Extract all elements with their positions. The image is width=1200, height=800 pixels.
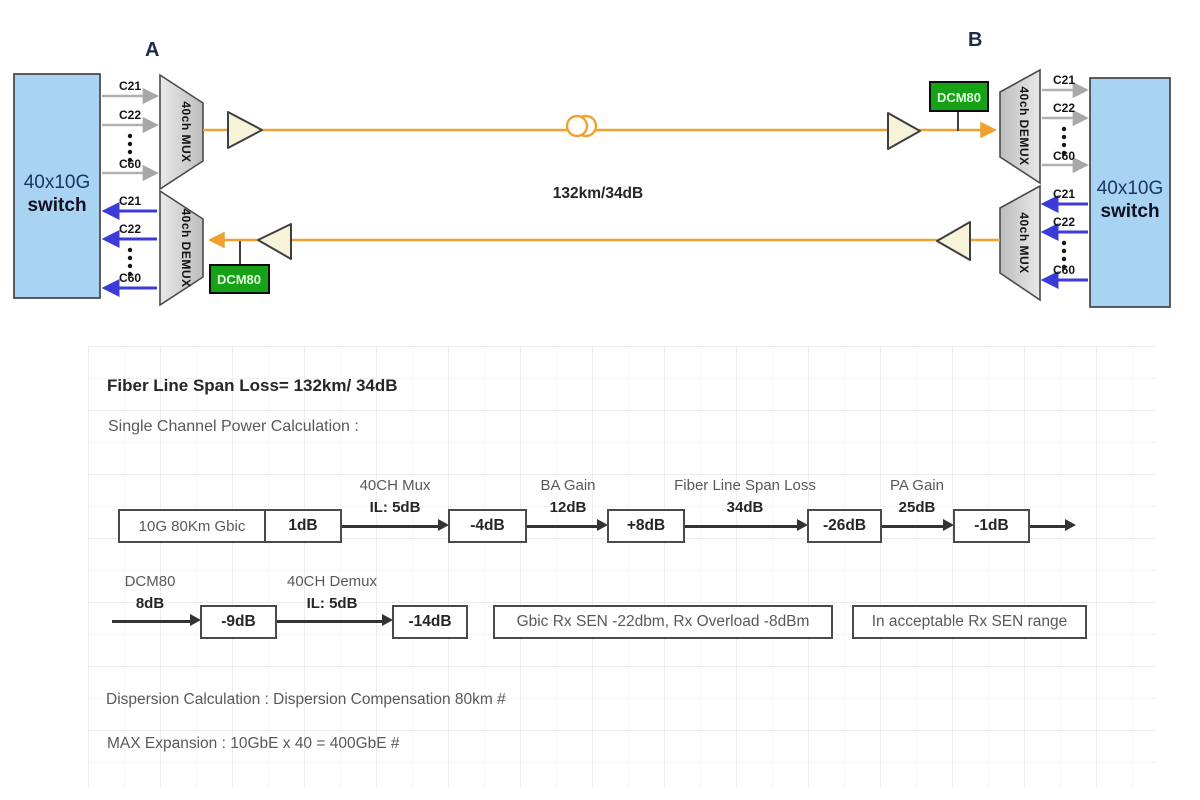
booster-amplifier-a-icon: [228, 112, 262, 148]
step-name: 40CH Demux: [287, 571, 377, 593]
max-expansion-note: MAX Expansion : 10GbE x 40 = 400GbE #: [107, 735, 400, 753]
site-b-label: B: [968, 29, 982, 51]
channel-label: C21: [119, 79, 141, 93]
power-calc-subtitle: Single Channel Power Calculation :: [108, 418, 359, 436]
power-result-box: -9dB: [200, 605, 277, 639]
dcm-b-label: DCM80: [937, 90, 981, 105]
step-name: PA Gain: [890, 475, 944, 497]
power-result-box: -14dB: [392, 605, 468, 639]
channel-label: C21: [119, 194, 141, 208]
mux-a-label: 40ch MUX: [179, 101, 193, 162]
channel-label: C22: [119, 108, 141, 122]
power-result-box: -1dB: [953, 509, 1030, 543]
switch-a-label-line1: 40x10G: [24, 172, 91, 193]
booster-amplifier-b-icon: [937, 222, 970, 260]
step-name: 40CH Mux: [360, 475, 431, 497]
pre-amplifier-b-icon: [888, 113, 920, 149]
dwdm-link-diagram: A B 40x10G switch 40x10G switch 40ch MUX…: [0, 0, 1200, 340]
step-label-pa-gain: PA Gain 25dB: [890, 475, 944, 519]
rx-range-note-box: In acceptable Rx SEN range: [852, 605, 1087, 639]
mux-b-label: 40ch MUX: [1017, 212, 1031, 273]
step-label-dcm80: DCM80 8dB: [125, 571, 176, 615]
channel-label: C22: [119, 222, 141, 236]
fiber-coil-icon: [567, 116, 596, 136]
step-name: DCM80: [125, 571, 176, 593]
switch-b-label-line2: switch: [1100, 201, 1159, 222]
step-value: IL: 5dB: [287, 593, 377, 615]
step-name: BA Gain: [540, 475, 595, 497]
switch-b-label-line1: 40x10G: [1097, 178, 1164, 199]
channel-label: C21: [1053, 187, 1075, 201]
step-label-mux: 40CH Mux IL: 5dB: [360, 475, 431, 519]
step-label-ba-gain: BA Gain 12dB: [540, 475, 595, 519]
spreadsheet-grid-background: [88, 346, 1156, 788]
power-result-box: -4dB: [448, 509, 527, 543]
fiber-span-label: 132km/34dB: [553, 185, 643, 202]
dcm-a-label: DCM80: [217, 272, 261, 287]
source-gbic-box: 10G 80Km Gbic: [118, 509, 266, 543]
demux-b-label: 40ch DEMUX: [1017, 86, 1031, 165]
site-a-label: A: [145, 39, 159, 61]
channel-label: C21: [1053, 73, 1075, 87]
demux-a-label: 40ch DEMUX: [179, 208, 193, 287]
step-value: 12dB: [540, 497, 595, 519]
step-value: IL: 5dB: [360, 497, 431, 519]
channel-label: C22: [1053, 101, 1075, 115]
dispersion-note: Dispersion Calculation : Dispersion Comp…: [106, 691, 506, 709]
channel-label: C22: [1053, 215, 1075, 229]
power-result-box: -26dB: [807, 509, 882, 543]
power-result-box: +8dB: [607, 509, 685, 543]
step-name: Fiber Line Span Loss: [674, 475, 816, 497]
source-power-box: 1dB: [264, 509, 342, 543]
step-label-demux: 40CH Demux IL: 5dB: [287, 571, 377, 615]
span-loss-title: Fiber Line Span Loss= 132km/ 34dB: [107, 376, 398, 396]
step-value: 8dB: [125, 593, 176, 615]
rx-sensitivity-note-box: Gbic Rx SEN -22dbm, Rx Overload -8dBm: [493, 605, 833, 639]
switch-a-label-line2: switch: [27, 195, 86, 216]
pre-amplifier-a-icon: [258, 224, 291, 259]
step-value: 25dB: [890, 497, 944, 519]
step-value: 34dB: [674, 497, 816, 519]
step-label-span-loss: Fiber Line Span Loss 34dB: [674, 475, 816, 519]
